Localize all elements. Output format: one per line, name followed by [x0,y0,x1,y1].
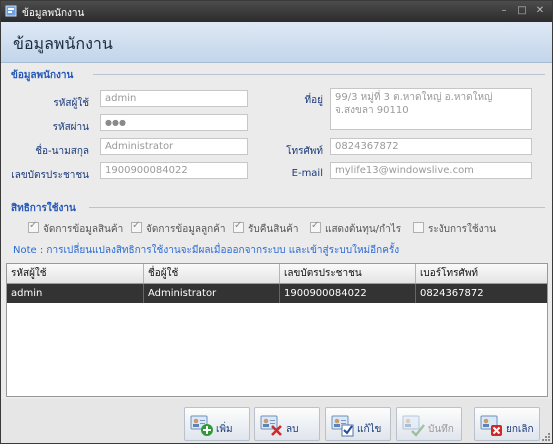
checkbox-label: ระงับการใช้งาน [428,224,497,235]
delete-button[interactable]: ลบ [254,407,320,441]
save-button[interactable]: บันทึก [396,407,462,441]
password-label: รหัสผ่าน [52,122,89,133]
perm-show-cost-profit-checkbox[interactable]: แสดงต้นทุน/กำไร [310,220,402,237]
column-header-name[interactable]: ชื่อผู้ใช้ [144,264,280,283]
edit-button-label: แก้ไข [357,424,382,435]
column-header-phone[interactable]: เบอร์โทรศัพท์ [416,264,547,283]
phone-label: โทรศัพท์ [286,146,323,157]
employee-table[interactable]: รหัสผู้ใช้ ชื่อผู้ใช้ เลขบัตรประชาชน เบอ… [6,263,548,397]
table-cell: admin [7,284,144,303]
address-label: ที่อยู่ [304,95,323,106]
idcard-label: เลขบัตรประชาชน [11,170,89,181]
checkbox-label: จัดการข้อมูลลูกค้า [146,224,226,235]
checkbox-box[interactable] [233,220,244,233]
employee-group-title: ข้อมูลพนักงาน [11,70,74,81]
add-button[interactable]: เพิ่ม [184,407,250,441]
close-icon[interactable]: ✕ [534,5,546,17]
cancel-icon [480,415,502,436]
address-field[interactable]: 99/3 หมู่ที่ 3 ต.หาดใหญ่ อ.หาดใหญ่ จ.สงข… [330,88,532,130]
checkbox-box[interactable] [28,220,39,233]
group-divider [89,207,545,208]
table-cell: Administrator [144,284,280,303]
perm-manage-customers-checkbox[interactable]: จัดการข้อมูลลูกค้า [131,220,226,237]
action-bar: เพิ่ม ลบ แก้ไข บันทึก ยกเลิก [1,399,552,443]
table-header: รหัสผู้ใช้ ชื่อผู้ใช้ เลขบัตรประชาชน เบอ… [7,264,547,284]
checkbox-label: จัดการข้อมูลสินค้า [43,224,124,235]
cancel-button-label: ยกเลิก [506,424,534,435]
maximize-icon[interactable]: □ [516,5,528,17]
employee-window: ข้อมูลพนักงาน – □ ✕ ข้อมูลพนักงาน ข้อมูล… [0,0,553,444]
perm-returns-checkbox[interactable]: รับคืนสินค้า [233,220,299,237]
fullname-label: ชื่อ-นามสกุล [35,146,89,157]
delete-user-icon [260,415,282,436]
save-user-icon [402,415,425,437]
minimize-icon[interactable]: – [498,5,510,17]
email-field[interactable]: mylife13@windowslive.com [330,162,532,179]
save-button-label: บันทึก [428,424,454,435]
checkbox-label: รับคืนสินค้า [248,224,299,235]
fullname-field[interactable]: Administrator [100,138,248,155]
add-button-label: เพิ่ม [216,424,233,435]
page-title: ข้อมูลพนักงาน [13,34,113,53]
page-header: ข้อมูลพนักงาน [1,22,552,63]
table-cell: 0824367872 [420,288,484,299]
edit-user-icon [331,415,354,437]
username-field[interactable]: admin [100,90,248,107]
edit-button[interactable]: แก้ไข [325,407,391,441]
app-icon [5,5,17,17]
column-header-idcard[interactable]: เลขบัตรประชาชน [280,264,416,283]
password-field[interactable]: ●●● [100,114,248,131]
add-user-icon [190,415,213,436]
checkbox-label: แสดงต้นทุน/กำไร [325,224,402,235]
delete-button-label: ลบ [286,424,299,435]
email-label: E-mail [291,168,323,179]
table-cell: 1900900084022 [280,284,416,303]
username-label: รหัสผู้ใช้ [53,98,89,109]
checkbox-box[interactable] [310,220,321,233]
permissions-group-title: สิทธิการใช้งาน [11,203,76,214]
group-divider [93,74,545,75]
window-title: ข้อมูลพนักงาน [22,8,85,19]
title-bar[interactable]: ข้อมูลพนักงาน – □ ✕ [1,1,552,22]
table-row[interactable]: admin Administrator 1900900084022 082436… [7,284,547,303]
phone-field[interactable]: 0824367872 [330,138,532,155]
cancel-button[interactable]: ยกเลิก [474,407,540,441]
checkbox-box[interactable] [413,222,424,233]
column-header-username[interactable]: รหัสผู้ใช้ [7,264,144,283]
perm-manage-products-checkbox[interactable]: จัดการข้อมูลสินค้า [28,220,124,237]
resize-grip-icon[interactable] [542,433,550,441]
checkbox-box[interactable] [131,220,142,233]
perm-suspend-checkbox[interactable]: ระงับการใช้งาน [413,222,496,237]
idcard-field[interactable]: 1900900084022 [100,162,248,179]
permissions-note: Note : การเปลี่ยนแปลงสิทธิการใช้งานจะมีผ… [13,245,400,256]
